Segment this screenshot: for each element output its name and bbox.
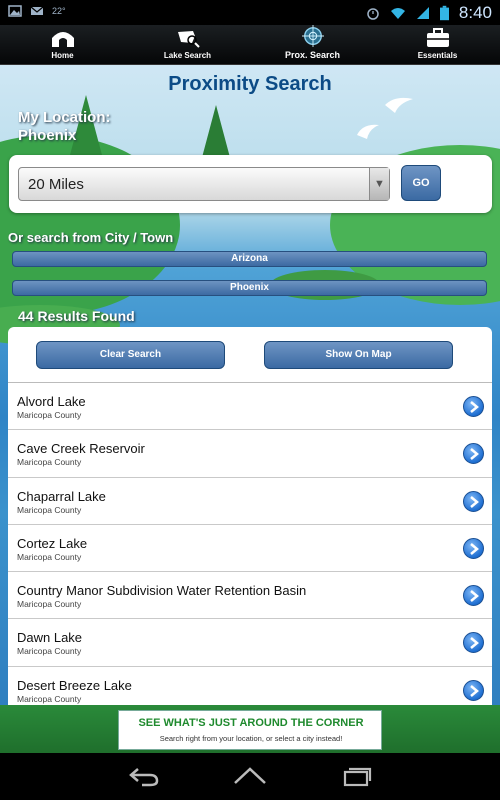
- clock-text: 8:40: [458, 3, 492, 22]
- list-item[interactable]: Alvord Lake Maricopa County: [8, 383, 492, 431]
- page-title: Proximity Search: [168, 73, 332, 95]
- results-actions: Clear Search Show On Map: [8, 327, 492, 383]
- chevron-right-icon[interactable]: [463, 443, 484, 465]
- alarm-icon: [367, 8, 379, 20]
- lake-name: Desert Breeze Lake: [17, 677, 132, 693]
- banner-subtext: Search right from your location, or sele…: [159, 734, 343, 743]
- lake-name: Cave Creek Reservoir: [17, 441, 145, 457]
- tab-prox-search[interactable]: Prox. Search: [250, 25, 375, 64]
- tab-essentials[interactable]: Essentials: [375, 25, 500, 64]
- crosshair-icon: [301, 25, 324, 47]
- lake-county: Maricopa County: [17, 410, 82, 420]
- bird-icon: [357, 97, 413, 139]
- lake-name: Alvord Lake: [17, 394, 86, 409]
- chevron-right-icon[interactable]: [463, 537, 484, 559]
- banner-area: SEE WHAT'S JUST AROUND THE CORNER Search…: [0, 705, 500, 753]
- app-screen: 22° 8:40 Home Lake Search Prox. Search E…: [0, 0, 500, 800]
- list-item[interactable]: Cave Creek Reservoir Maricopa County: [8, 430, 492, 478]
- banner-headline: SEE WHAT'S JUST AROUND THE CORNER: [138, 717, 364, 729]
- chevron-right-icon[interactable]: [463, 679, 484, 701]
- radius-panel: 20 Miles ▼ GO: [9, 155, 492, 213]
- radius-select-value: 20 Miles: [28, 176, 84, 193]
- city-search-label: Or search from City / Town: [8, 230, 174, 245]
- tab-home[interactable]: Home: [0, 25, 125, 64]
- lake-county: Maricopa County: [17, 551, 82, 562]
- radius-select[interactable]: 20 Miles ▼: [18, 167, 390, 201]
- tab-lake-search[interactable]: Lake Search: [125, 25, 250, 64]
- lake-name: Chaparral Lake: [17, 488, 106, 504]
- lake-search-icon: [177, 31, 200, 48]
- tab-prox-search-label: Prox. Search: [284, 50, 341, 60]
- state-selector[interactable]: Arizona: [12, 251, 487, 267]
- show-on-map-button[interactable]: Show On Map: [264, 341, 453, 369]
- chevron-right-icon[interactable]: [463, 585, 484, 607]
- tab-bar: Home Lake Search Prox. Search Essentials: [0, 25, 500, 65]
- promo-banner[interactable]: SEE WHAT'S JUST AROUND THE CORNER Search…: [118, 710, 382, 750]
- lake-county: Maricopa County: [17, 599, 82, 610]
- list-item[interactable]: Country Manor Subdivision Water Retentio…: [8, 572, 492, 620]
- results-count: 44 Results Found: [18, 308, 135, 324]
- back-icon[interactable]: [128, 765, 160, 787]
- results-panel: Clear Search Show On Map Alvord Lake Mar…: [8, 327, 492, 705]
- image-icon: [8, 5, 22, 17]
- lake-county: Maricopa County: [17, 504, 82, 515]
- wifi-icon: [390, 8, 405, 19]
- list-item[interactable]: Chaparral Lake Maricopa County: [8, 478, 492, 525]
- recent-apps-icon[interactable]: [342, 765, 372, 787]
- location-label: My Location:: [18, 109, 111, 126]
- chevron-right-icon[interactable]: [463, 396, 484, 417]
- signal-icon: [416, 7, 429, 19]
- clear-search-button[interactable]: Clear Search: [36, 341, 225, 369]
- mail-icon: [30, 6, 44, 15]
- lake-county: Maricopa County: [17, 457, 82, 468]
- city-selector[interactable]: Phoenix: [12, 280, 487, 296]
- lake-county: Maricopa County: [17, 693, 82, 704]
- lake-county: Maricopa County: [17, 646, 82, 657]
- location-value: Phoenix: [18, 127, 77, 144]
- temperature-text: 22°: [52, 6, 66, 16]
- chevron-right-icon[interactable]: [463, 490, 484, 512]
- tab-essentials-label: Essentials: [417, 51, 458, 60]
- lake-name: Country Manor Subdivision Water Retentio…: [17, 583, 307, 599]
- lake-name: Dawn Lake: [17, 630, 83, 646]
- home-nav-icon[interactable]: [233, 765, 267, 787]
- battery-icon: [439, 5, 449, 21]
- status-bar: 22° 8:40: [0, 0, 500, 25]
- list-item[interactable]: Desert Breeze Lake Maricopa County: [8, 667, 492, 705]
- toolbox-icon: [426, 28, 449, 47]
- chevron-right-icon[interactable]: [463, 632, 484, 654]
- list-item[interactable]: Cortez Lake Maricopa County: [8, 525, 492, 573]
- tab-lake-search-label: Lake Search: [163, 51, 212, 60]
- lake-list: Alvord Lake Maricopa County Cave Creek R…: [8, 383, 492, 705]
- go-button[interactable]: GO: [401, 165, 441, 201]
- lake-name: Cortez Lake: [17, 535, 88, 551]
- list-item[interactable]: Dawn Lake Maricopa County: [8, 619, 492, 667]
- dropdown-arrow-icon: ▼: [369, 168, 389, 200]
- tab-home-label: Home: [51, 51, 74, 60]
- home-icon: [51, 32, 74, 47]
- system-nav-bar: [0, 753, 500, 800]
- proximity-search-page: Proximity Search My Location: Phoenix 20…: [0, 65, 500, 705]
